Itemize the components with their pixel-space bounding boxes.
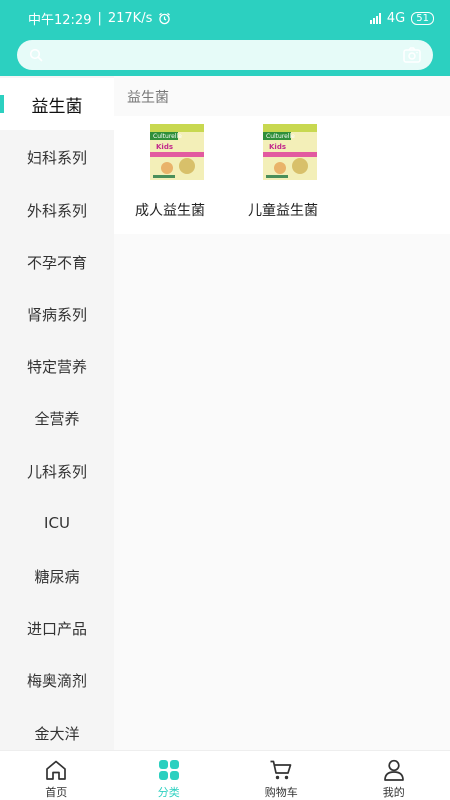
sidebar-item-label: 糖尿病 xyxy=(34,567,80,586)
sidebar-item-gynecology[interactable]: 妇科系列 xyxy=(0,131,114,183)
sidebar-item-infertility[interactable]: 不孕不育 xyxy=(0,236,114,288)
bottom-tab-bar: 首页 分类 购物车 我的 xyxy=(0,750,450,800)
tab-label: 购物车 xyxy=(264,786,298,799)
search-header xyxy=(0,36,450,76)
status-right: 4G 51 xyxy=(369,10,434,26)
sidebar-item-label: 梅奥滴剂 xyxy=(26,671,87,690)
category-icon xyxy=(158,760,179,780)
product-name: 成人益生菌 xyxy=(135,203,205,219)
product-image: Culturelle Kids xyxy=(150,124,204,180)
category-sidebar: 益生菌 妇科系列 外科系列 不孕不育 肾病系列 特定营养 全营养 儿科系列 IC… xyxy=(0,76,114,750)
sidebar-item-label: 肾病系列 xyxy=(26,305,87,324)
sidebar-item-label: 益生菌 xyxy=(31,96,83,117)
sidebar-item-imported[interactable]: 进口产品 xyxy=(0,602,114,654)
status-speed: 217K/s xyxy=(107,10,153,26)
sidebar-item-label: ICU xyxy=(44,514,70,532)
tab-category[interactable]: 分类 xyxy=(113,751,226,800)
tab-label: 分类 xyxy=(157,786,180,799)
product-grid: Culturelle Kids 成人益生菌 Culturelle Kids 儿童… xyxy=(114,116,450,234)
search-icon xyxy=(29,48,43,62)
battery-icon: 51 xyxy=(411,11,434,25)
alarm-icon xyxy=(159,12,171,24)
status-left: 中午12:29 | 217K/s xyxy=(28,9,171,28)
product-image: Culturelle Kids xyxy=(263,124,317,180)
category-content: 益生菌 Culturelle Kids 成人益生菌 Culturelle Kid… xyxy=(114,76,450,750)
sidebar-item-icu[interactable]: ICU xyxy=(0,497,114,549)
sidebar-item-pediatrics[interactable]: 儿科系列 xyxy=(0,445,114,497)
image-brand-text: Culturelle xyxy=(266,133,295,140)
tab-profile[interactable]: 我的 xyxy=(338,751,450,800)
image-sub-text: Kids xyxy=(269,143,286,151)
image-brand-text: Culturelle xyxy=(153,133,182,140)
tab-label: 首页 xyxy=(45,786,68,799)
section-title: 益生菌 xyxy=(127,90,169,106)
user-icon xyxy=(383,759,404,781)
sidebar-item-label: 金大洋 xyxy=(34,724,80,743)
network-type: 4G xyxy=(386,10,406,26)
sidebar-item-surgery[interactable]: 外科系列 xyxy=(0,184,114,236)
status-bar: 中午12:29 | 217K/s 4G 51 xyxy=(0,0,450,36)
tab-label: 我的 xyxy=(382,786,405,799)
sidebar-item-label: 妇科系列 xyxy=(26,148,87,167)
sidebar-item-label: 不孕不育 xyxy=(26,253,87,272)
sidebar-item-probiotics[interactable]: 益生菌 xyxy=(0,78,114,130)
sidebar-item-label: 外科系列 xyxy=(26,201,87,220)
sidebar-item-label: 全营养 xyxy=(34,409,80,428)
signal-icon xyxy=(369,12,381,24)
sidebar-item-label: 特定营养 xyxy=(26,357,87,376)
sidebar-item-special-nutrition[interactable]: 特定营养 xyxy=(0,340,114,392)
sidebar-item-kidney[interactable]: 肾病系列 xyxy=(0,288,114,340)
status-divider: | xyxy=(97,10,102,26)
sidebar-item-diabetes[interactable]: 糖尿病 xyxy=(0,550,114,602)
sidebar-item-full-nutrition[interactable]: 全营养 xyxy=(0,392,114,444)
camera-icon[interactable] xyxy=(403,47,421,63)
search-input[interactable] xyxy=(17,40,433,70)
tab-cart[interactable]: 购物车 xyxy=(225,751,338,800)
cart-icon xyxy=(270,760,292,780)
product-name: 儿童益生菌 xyxy=(248,203,318,219)
image-sub-text: Kids xyxy=(156,143,173,151)
home-icon xyxy=(46,760,67,780)
status-time: 中午12:29 xyxy=(28,12,92,28)
sidebar-item-label: 进口产品 xyxy=(26,619,87,638)
sidebar-item-drops[interactable]: 梅奥滴剂 xyxy=(0,654,114,706)
tab-home[interactable]: 首页 xyxy=(0,751,113,800)
sidebar-item-label: 儿科系列 xyxy=(26,462,87,481)
